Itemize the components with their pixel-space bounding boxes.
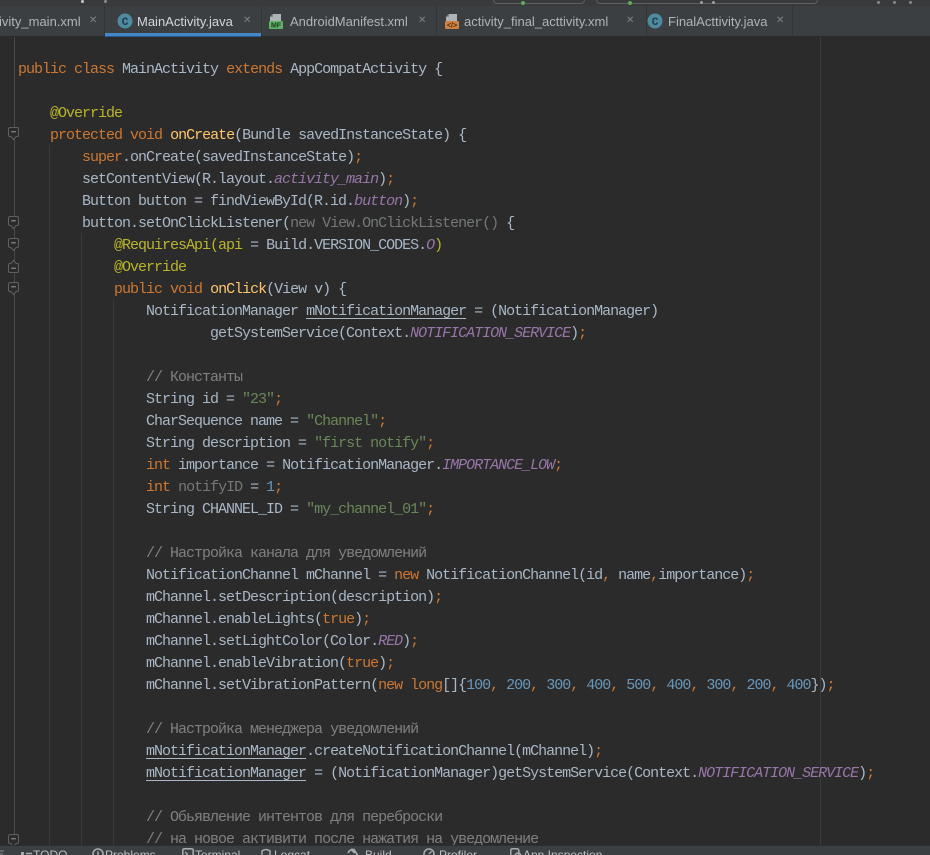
svg-text:MF: MF	[271, 23, 282, 30]
svg-text:C: C	[122, 17, 129, 29]
svg-text:</>: </>	[447, 23, 457, 30]
svg-text:C: C	[652, 17, 659, 29]
